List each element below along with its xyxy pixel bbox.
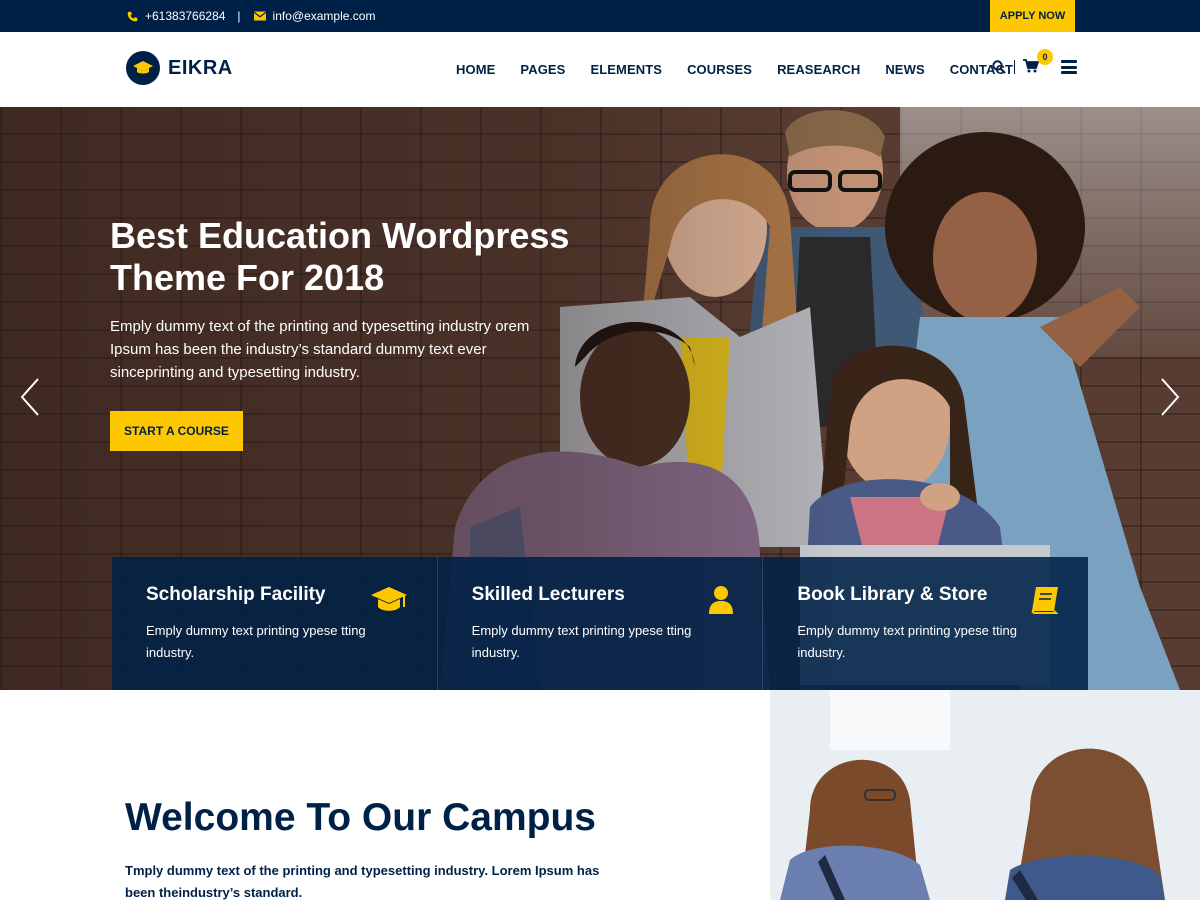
feature-lecturers[interactable]: Skilled Lecturers Emply dummy text print… [437, 557, 764, 690]
graduation-cap-icon [369, 585, 409, 620]
hamburger-menu-icon[interactable] [1061, 60, 1077, 74]
apply-now-button[interactable]: APPLY NOW [990, 0, 1075, 32]
tools-divider [1014, 60, 1015, 74]
logo-badge-icon [126, 51, 160, 85]
phone-icon [125, 11, 139, 22]
search-icon[interactable] [992, 60, 1006, 74]
nav-pages[interactable]: PAGES [520, 62, 565, 77]
hero-title-line1: Best Education Wordpress [110, 215, 570, 256]
user-icon [708, 585, 734, 620]
site-logo[interactable]: EIKRA [126, 51, 233, 85]
envelope-icon [253, 11, 267, 21]
email-address[interactable]: info@example.com [273, 9, 376, 23]
feature-library[interactable]: Book Library & Store Emply dummy text pr… [763, 557, 1089, 690]
feature-text: Emply dummy text printing ypese tting in… [471, 623, 692, 660]
phone-number[interactable]: +61383766284 [145, 9, 225, 23]
nav-courses[interactable]: COURSES [687, 62, 752, 77]
hero-description: Emply dummy text of the printing and typ… [110, 318, 530, 381]
feature-text: Emply dummy text printing ypese tting in… [797, 623, 1017, 660]
hero-title-line2: Theme For 2018 [110, 257, 385, 298]
welcome-text: Tmply dummy text of the printing and typ… [125, 863, 600, 900]
main-nav: HOME PAGES ELEMENTS COURSES REASEARCH NE… [456, 62, 1038, 77]
cart-icon[interactable]: 0 [1023, 49, 1053, 75]
feature-text: Emply dummy text printing ypese tting in… [146, 623, 366, 660]
nav-news[interactable]: NEWS [885, 62, 924, 77]
cart-count-badge: 0 [1037, 49, 1053, 65]
book-icon [1030, 585, 1060, 620]
nav-home[interactable]: HOME [456, 62, 495, 77]
hero-slider: Best Education Wordpress Theme For 2018 … [0, 107, 1200, 690]
logo-text: EIKRA [168, 56, 233, 79]
contact-info: +61383766284 | info@example.com [125, 9, 375, 23]
header-tools: 0 [992, 49, 1077, 75]
slider-next-arrow-icon[interactable] [1158, 377, 1182, 417]
nav-research[interactable]: REASEARCH [777, 62, 860, 77]
hero-title: Best Education Wordpress Theme For 2018 [110, 215, 580, 299]
campus-students-image [770, 690, 1200, 900]
site-header: EIKRA HOME PAGES ELEMENTS COURSES REASEA… [0, 32, 1200, 107]
welcome-title: Welcome To Our Campus [125, 796, 596, 839]
nav-elements[interactable]: ELEMENTS [590, 62, 662, 77]
slider-prev-arrow-icon[interactable] [18, 377, 42, 417]
contact-separator: | [237, 9, 241, 23]
feature-scholarship[interactable]: Scholarship Facility Emply dummy text pr… [112, 557, 438, 690]
top-bar: +61383766284 | info@example.com APPLY NO… [0, 0, 1200, 32]
feature-boxes: Scholarship Facility Emply dummy text pr… [112, 557, 1089, 690]
start-course-button[interactable]: START A COURSE [110, 411, 243, 451]
